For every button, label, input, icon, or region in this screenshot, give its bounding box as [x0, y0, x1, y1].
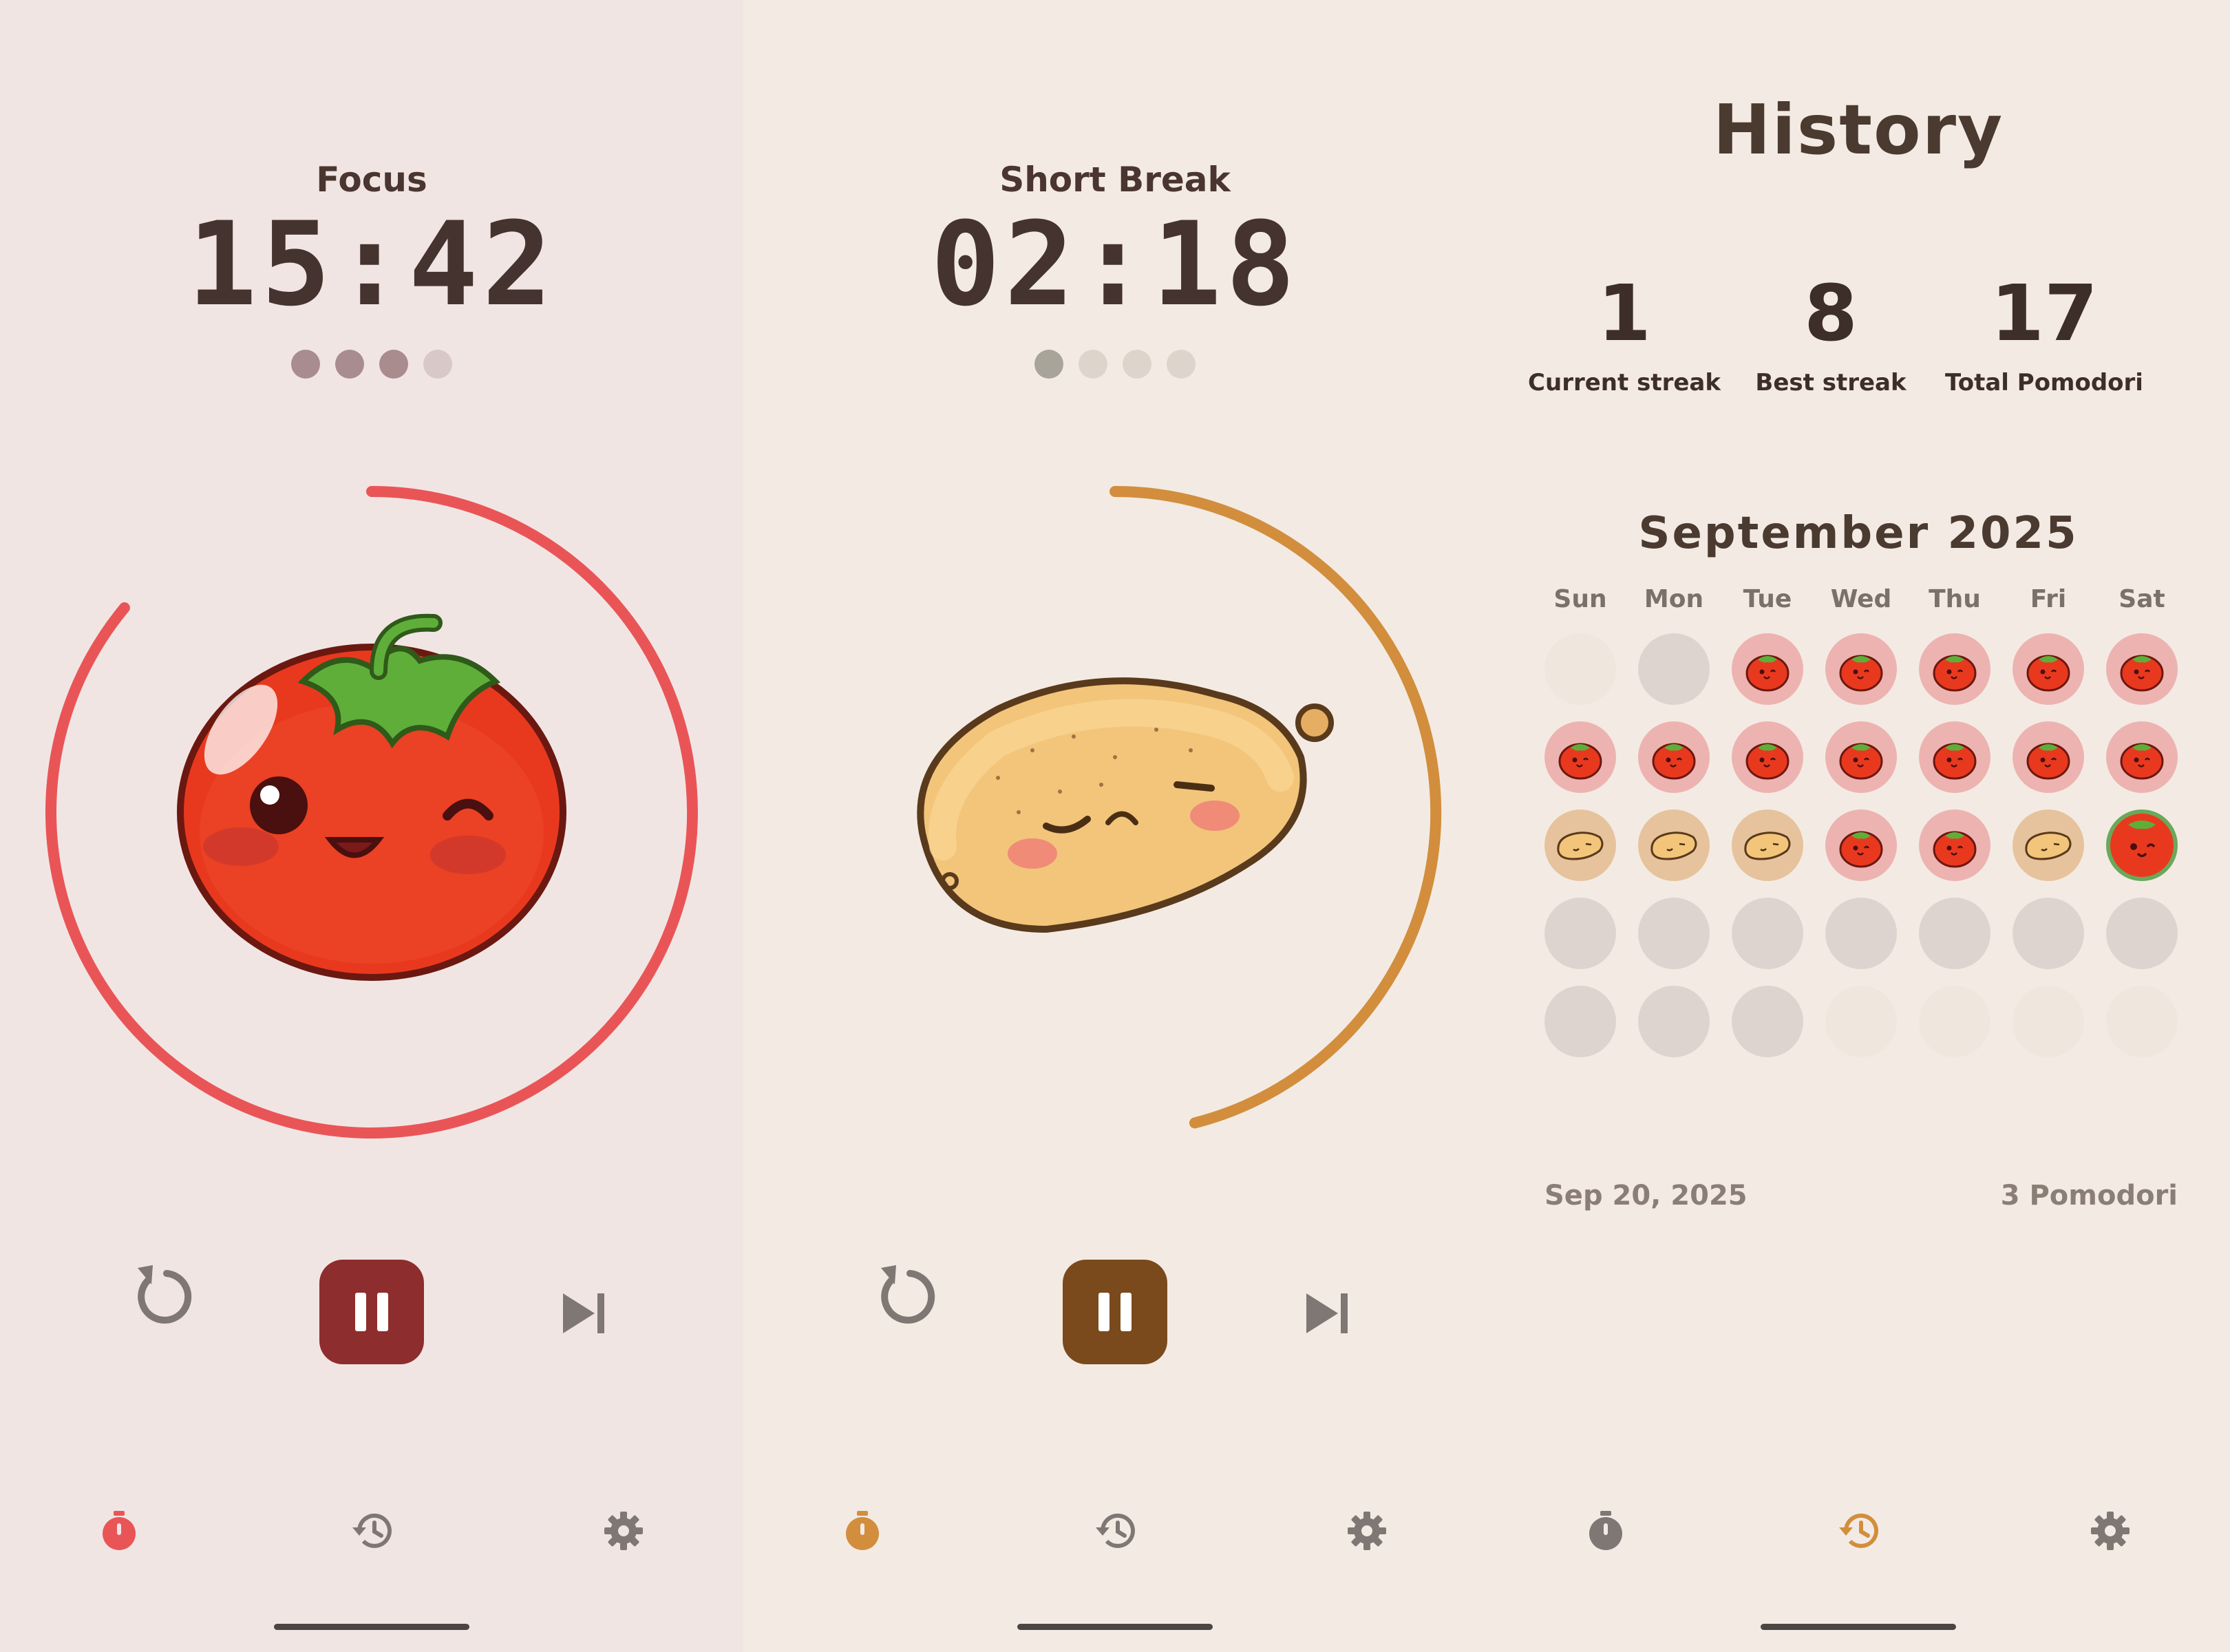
total-pomodori-value: 17 — [1990, 269, 2098, 359]
tomato-mascot-icon — [177, 613, 566, 981]
calendar-day-blank — [2106, 986, 2178, 1057]
calendar-day-tomato[interactable] — [1919, 809, 1990, 881]
history-icon[interactable] — [1838, 1511, 1880, 1551]
calendar-day-potato[interactable] — [1732, 809, 1803, 881]
progress-ring — [45, 486, 698, 1139]
month-label: September 2025 — [1638, 508, 2079, 559]
calendar-day-tomato[interactable] — [1919, 721, 1990, 793]
calendar-day-potato[interactable] — [1544, 809, 1616, 881]
best-streak-label: Best streak — [1755, 369, 1907, 396]
weekday-label: Wed — [1830, 585, 1892, 613]
history-screen: History 1 Current streak 8 Best streak 1… — [1487, 0, 2230, 1652]
home-indicator[interactable] — [1761, 1624, 1956, 1630]
weekday-label: Mon — [1644, 585, 1704, 613]
calendar-day-tomato[interactable] — [1732, 721, 1803, 793]
break-screen: Short Break 02:18 — [743, 0, 1487, 1652]
calendar-day-potato[interactable] — [2013, 809, 2084, 881]
calendar-day-tomato[interactable] — [2106, 721, 2178, 793]
calendar-day-empty[interactable] — [1638, 986, 1710, 1057]
calendar-day-tomato[interactable] — [1825, 633, 1897, 705]
settings-icon[interactable] — [1347, 1511, 1387, 1551]
pause-button[interactable] — [1063, 1260, 1167, 1364]
settings-icon[interactable] — [2090, 1511, 2130, 1551]
skip-icon[interactable] — [1304, 1291, 1352, 1336]
history-icon[interactable] — [351, 1511, 394, 1551]
calendar-day-tomato[interactable] — [1825, 809, 1897, 881]
calendar-day-tomato[interactable] — [1638, 721, 1710, 793]
reset-icon[interactable] — [874, 1260, 936, 1328]
calendar-day-blank — [2013, 986, 2084, 1057]
skip-icon[interactable] — [560, 1291, 608, 1336]
calendar-day-empty[interactable] — [2013, 898, 2084, 969]
calendar-day-blank — [1919, 986, 1990, 1057]
calendar-day-potato[interactable] — [1638, 809, 1710, 881]
pause-icon — [355, 1293, 388, 1331]
calendar-day-empty[interactable] — [1638, 633, 1710, 705]
calendar-day-tomato[interactable] — [2013, 633, 2084, 705]
calendar-day-empty[interactable] — [1544, 986, 1616, 1057]
timer-icon[interactable] — [845, 1511, 880, 1551]
page-title: History — [1712, 89, 2004, 170]
pause-icon — [1098, 1293, 1132, 1331]
calendar-day-blank — [1544, 633, 1616, 705]
calendar-day-tomato[interactable] — [1732, 633, 1803, 705]
calendar-day-empty[interactable] — [1919, 898, 1990, 969]
reset-icon[interactable] — [131, 1260, 193, 1328]
total-pomodori-label: Total Pomodori — [1945, 369, 2143, 396]
home-indicator[interactable] — [274, 1624, 469, 1630]
settings-icon[interactable] — [604, 1511, 644, 1551]
calendar-day-empty[interactable] — [1732, 986, 1803, 1057]
calendar-day-tomato[interactable] — [1919, 633, 1990, 705]
calendar-day-empty[interactable] — [2106, 898, 2178, 969]
calendar-day-tomato[interactable] — [1544, 721, 1616, 793]
timer-icon[interactable] — [101, 1511, 137, 1551]
pause-button[interactable] — [319, 1260, 424, 1364]
timer-icon[interactable] — [1588, 1511, 1624, 1551]
weekday-label: Sat — [2118, 585, 2165, 613]
selected-pomodori-count: 3 Pomodori — [2000, 1180, 2178, 1211]
weekday-label: Sun — [1553, 585, 1607, 613]
calendar-day-tomato[interactable] — [1825, 721, 1897, 793]
potato-mascot-icon — [917, 677, 1334, 933]
weekday-label: Fri — [2030, 585, 2067, 613]
calendar-day-blank — [1825, 986, 1897, 1057]
calendar-day-empty[interactable] — [1732, 898, 1803, 969]
calendar-day-empty[interactable] — [1544, 898, 1616, 969]
weekday-label: Thu — [1929, 585, 1981, 613]
best-streak-value: 8 — [1804, 269, 1858, 359]
calendar-day-empty[interactable] — [1825, 898, 1897, 969]
calendar-day-tomato[interactable] — [2106, 633, 2178, 705]
history-icon[interactable] — [1094, 1511, 1137, 1551]
selected-date: Sep 20, 2025 — [1544, 1180, 1748, 1211]
home-indicator[interactable] — [1017, 1624, 1213, 1630]
calendar-day-selected[interactable] — [2106, 809, 2178, 881]
current-streak-value: 1 — [1597, 269, 1651, 359]
weekday-label: Tue — [1743, 585, 1792, 613]
calendar-day-tomato[interactable] — [2013, 721, 2084, 793]
calendar-day-empty[interactable] — [1638, 898, 1710, 969]
focus-screen: Focus 15:42 — [0, 0, 743, 1652]
progress-ring — [1109, 486, 1442, 1129]
current-streak-label: Current streak — [1528, 369, 1721, 396]
